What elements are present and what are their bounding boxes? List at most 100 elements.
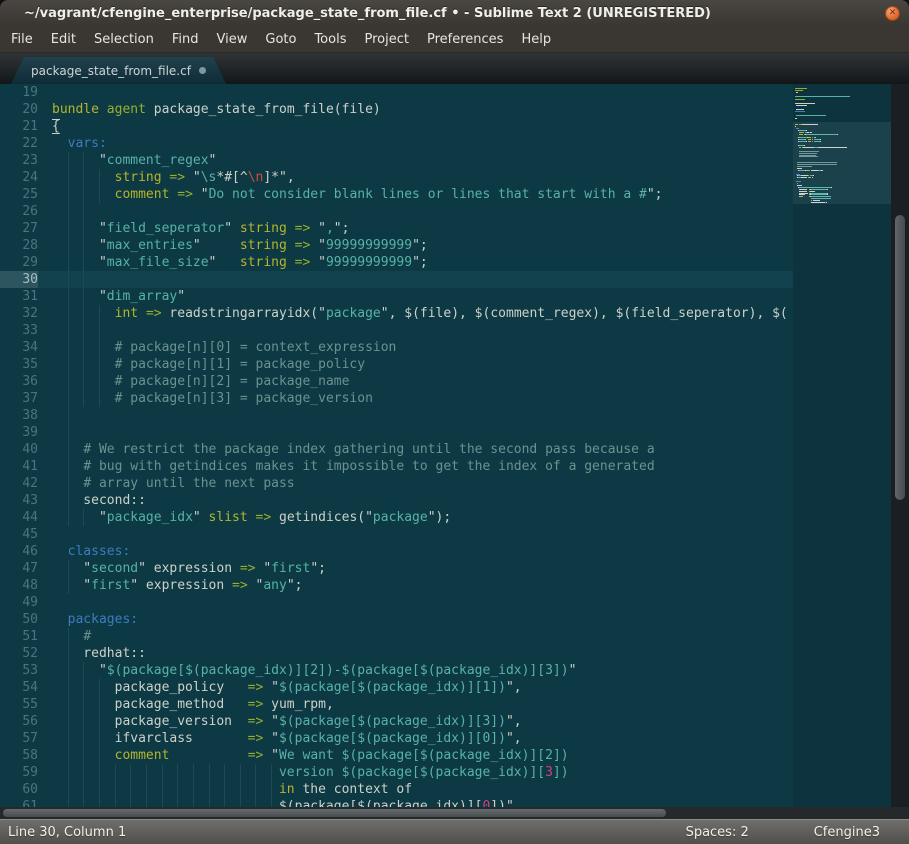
line-number[interactable]: 47 [0,560,38,577]
code-line[interactable]: 59 version $(package[$(package_idx)][3]) [0,764,793,781]
code-line[interactable]: 27 "field_seperator" string => ","; [0,220,793,237]
line-number[interactable]: 53 [0,662,38,679]
line-number[interactable]: 22 [0,135,38,152]
line-number[interactable]: 51 [0,628,38,645]
line-number[interactable]: 50 [0,611,38,628]
line-number[interactable]: 57 [0,730,38,747]
line-number[interactable]: 21 [0,118,38,135]
line-number[interactable]: 23 [0,152,38,169]
code-line[interactable]: 57 ifvarclass => "$(package[$(package_id… [0,730,793,747]
code-line[interactable]: 49 [0,594,793,611]
code-line[interactable]: 43 second:: [0,492,793,509]
code-line[interactable]: 32 int => readstringarrayidx("package", … [0,305,793,322]
line-number[interactable]: 29 [0,254,38,271]
line-number[interactable]: 34 [0,339,38,356]
line-number[interactable]: 38 [0,407,38,424]
line-number[interactable]: 36 [0,373,38,390]
code-line[interactable]: 44 "package_idx" slist => getindices("pa… [0,509,793,526]
menu-item-project[interactable]: Project [355,32,417,47]
line-number[interactable]: 28 [0,237,38,254]
line-number[interactable]: 37 [0,390,38,407]
code-line[interactable]: 54 package_policy => "$(package[$(packag… [0,679,793,696]
line-number[interactable]: 35 [0,356,38,373]
code-line[interactable]: 30 [0,271,793,288]
code-line[interactable]: 33 [0,322,793,339]
code-line[interactable]: 42 # array until the next pass [0,475,793,492]
indent-setting[interactable]: Spaces: 2 [686,825,749,840]
line-number[interactable]: 27 [0,220,38,237]
code-line[interactable]: 60 in the context of [0,781,793,798]
line-number[interactable]: 61 [0,798,38,807]
code-line[interactable]: 23 "comment_regex" [0,152,793,169]
line-number[interactable]: 24 [0,169,38,186]
code-line[interactable]: 37 # package[n][3] = package_version [0,390,793,407]
code-line[interactable]: 20bundle agent package_state_from_file(f… [0,101,793,118]
line-number[interactable]: 33 [0,322,38,339]
close-button[interactable]: ✕ [885,6,900,21]
line-number[interactable]: 58 [0,747,38,764]
menu-item-tools[interactable]: Tools [305,32,355,47]
titlebar[interactable]: ~/vagrant/cfengine_enterprise/package_st… [0,0,909,28]
line-number[interactable]: 31 [0,288,38,305]
line-number[interactable]: 59 [0,764,38,781]
code-line[interactable]: 25 comment => "Do not consider blank lin… [0,186,793,203]
line-number[interactable]: 40 [0,441,38,458]
menu-item-edit[interactable]: Edit [42,32,85,47]
code-line[interactable]: 45 [0,526,793,543]
code-line[interactable]: 46 classes: [0,543,793,560]
code-line[interactable]: 28 "max_entries" string => "99999999999"… [0,237,793,254]
line-number[interactable]: 41 [0,458,38,475]
horizontal-scrollbar-thumb[interactable] [3,809,666,817]
minimap[interactable] [793,84,891,807]
line-number[interactable]: 44 [0,509,38,526]
line-number[interactable]: 52 [0,645,38,662]
line-number[interactable]: 49 [0,594,38,611]
minimap-viewport[interactable] [793,122,891,204]
code-line[interactable]: 47 "second" expression => "first"; [0,560,793,577]
menu-item-view[interactable]: View [208,32,257,47]
menu-item-find[interactable]: Find [163,32,208,47]
line-number[interactable]: 54 [0,679,38,696]
menu-item-help[interactable]: Help [512,32,560,47]
line-number[interactable]: 32 [0,305,38,322]
code-line[interactable]: 39 [0,424,793,441]
code-line[interactable]: 31 "dim_array" [0,288,793,305]
code-line[interactable]: 24 string => "\s*#[^\n]*", [0,169,793,186]
code-line[interactable]: 52 redhat:: [0,645,793,662]
code-line[interactable]: 36 # package[n][2] = package_name [0,373,793,390]
line-number[interactable]: 39 [0,424,38,441]
code-line[interactable]: 55 package_method => yum_rpm, [0,696,793,713]
code-line[interactable]: 58 comment => "We want $(package[$(packa… [0,747,793,764]
line-number[interactable]: 30 [0,271,38,288]
code-line[interactable]: 53 "$(package[$(package_idx)][2])-$(pack… [0,662,793,679]
code-line[interactable]: 22 vars: [0,135,793,152]
line-number[interactable]: 56 [0,713,38,730]
line-number[interactable]: 60 [0,781,38,798]
vertical-scrollbar-thumb[interactable] [895,215,905,500]
syntax-mode[interactable]: Cfengine3 [814,825,880,840]
line-number[interactable]: 43 [0,492,38,509]
code-line[interactable]: 56 package_version => "$(package[$(packa… [0,713,793,730]
menu-item-file[interactable]: File [2,32,42,47]
line-number[interactable]: 55 [0,696,38,713]
line-number[interactable]: 42 [0,475,38,492]
line-number[interactable]: 46 [0,543,38,560]
code-area[interactable]: 1920bundle agent package_state_from_file… [0,84,793,807]
code-line[interactable]: 34 # package[n][0] = context_expression [0,339,793,356]
code-line[interactable]: 21{ [0,118,793,135]
code-line[interactable]: 48 "first" expression => "any"; [0,577,793,594]
line-number[interactable]: 19 [0,84,38,101]
line-number[interactable]: 25 [0,186,38,203]
code-line[interactable]: 51 # [0,628,793,645]
menu-item-selection[interactable]: Selection [85,32,163,47]
horizontal-scrollbar[interactable] [0,807,909,819]
line-number[interactable]: 26 [0,203,38,220]
tab-package-state-from-file[interactable]: package_state_from_file.cf [11,57,226,84]
code-line[interactable]: 41 # bug with getindices makes it imposs… [0,458,793,475]
line-number[interactable]: 45 [0,526,38,543]
code-line[interactable]: 19 [0,84,793,101]
vertical-scrollbar[interactable] [891,84,909,807]
code-line[interactable]: 29 "max_file_size" string => "9999999999… [0,254,793,271]
line-number[interactable]: 20 [0,101,38,118]
code-line[interactable]: 35 # package[n][1] = package_policy [0,356,793,373]
